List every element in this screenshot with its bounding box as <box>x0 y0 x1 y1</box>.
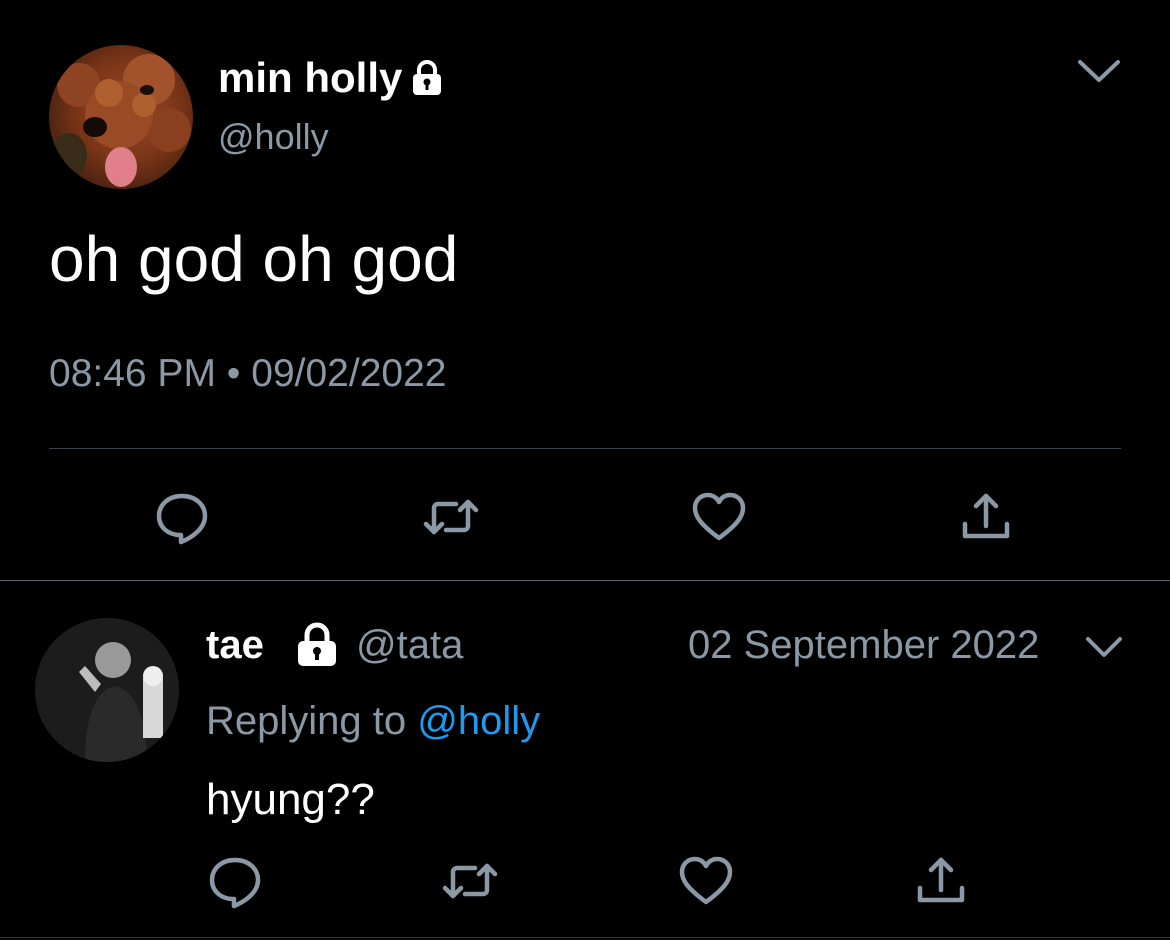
divider <box>0 937 1170 938</box>
replying-to-mention-link[interactable]: @holly <box>417 699 540 743</box>
share-icon[interactable] <box>957 488 1015 546</box>
main-tweet-handle[interactable]: @holly <box>218 115 329 159</box>
main-tweet-display-name[interactable]: min holly <box>218 52 446 104</box>
display-name-text: min holly <box>218 54 403 101</box>
reply-icon[interactable] <box>206 852 264 910</box>
tweet-time: 08:46 PM <box>49 352 216 395</box>
main-tweet-avatar[interactable] <box>49 45 193 189</box>
replying-to-label: Replying to <box>206 699 407 743</box>
chevron-down-icon[interactable] <box>1084 634 1124 660</box>
chevron-down-icon[interactable] <box>1076 56 1122 86</box>
reply-tweet-handle[interactable]: @tata <box>356 620 463 670</box>
main-tweet-timestamp: 08:46 PM • 09/02/2022 <box>49 351 446 397</box>
timestamp-separator: • <box>226 352 241 395</box>
main-tweet-text: oh god oh god <box>49 223 459 295</box>
reply-tweet-date[interactable]: 02 September 2022 <box>688 620 1039 670</box>
reply-tweet-text: hyung?? <box>206 775 375 824</box>
retweet-icon[interactable] <box>441 852 499 910</box>
reply-tweet-avatar[interactable] <box>35 618 179 762</box>
like-icon[interactable] <box>677 852 735 910</box>
reply-tweet-display-name[interactable]: tae <box>206 620 264 670</box>
tweet-date: 09/02/2022 <box>251 352 447 395</box>
like-icon[interactable] <box>690 488 748 546</box>
lock-icon <box>294 622 340 668</box>
retweet-icon[interactable] <box>422 488 480 546</box>
dog-avatar-icon <box>51 54 191 187</box>
reply-icon[interactable] <box>153 488 211 546</box>
divider <box>49 448 1121 449</box>
person-avatar-icon <box>35 618 179 762</box>
share-icon[interactable] <box>912 852 970 910</box>
lock-icon <box>413 60 442 95</box>
replying-to-line: Replying to @holly <box>206 696 540 746</box>
divider <box>0 580 1170 581</box>
